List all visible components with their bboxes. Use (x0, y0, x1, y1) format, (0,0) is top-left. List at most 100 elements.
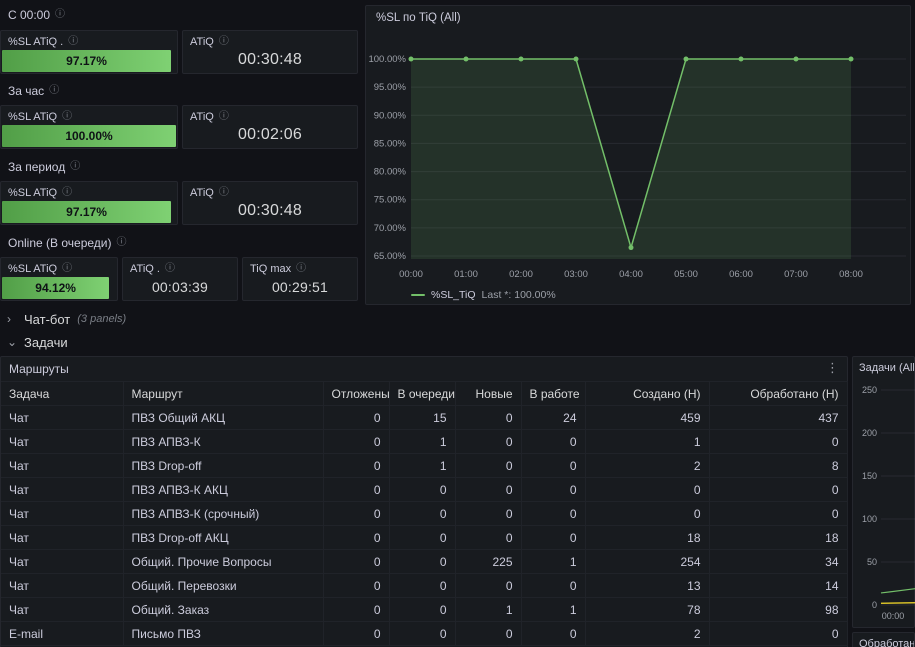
column-header[interactable]: Новые (455, 381, 522, 406)
gauge-value: 97.17% (66, 205, 107, 219)
routes-table-panel: Маршруты ⋮ Задача Маршрут Отложены В очеред… (0, 356, 848, 647)
svg-text:00:00: 00:00 (882, 611, 905, 621)
chart-legend: %SL_TiQ Last *: 100.00% (411, 289, 556, 301)
row-header-tasks[interactable]: ⌄ Задачи (0, 334, 915, 350)
stat-value: 00:02:06 (238, 126, 302, 143)
table-cell: 8 (709, 453, 848, 478)
info-icon[interactable]: ⓘ (296, 264, 306, 274)
table-cell: 24 (521, 405, 586, 430)
panel-title: Обработано (859, 638, 914, 647)
column-header[interactable]: Отложены (323, 381, 390, 406)
column-header[interactable]: Обработано (Н) (709, 381, 848, 406)
table-cell: 2 (585, 453, 710, 478)
table-cell: ПВЗ АПВЗ-К (123, 429, 324, 454)
svg-text:80.00%: 80.00% (374, 167, 407, 178)
section-label-text: За период (8, 160, 66, 174)
table-cell: Чат (1, 405, 124, 430)
svg-text:05:00: 05:00 (674, 269, 698, 280)
sl-tiq-chart-panel: 65.00% 70.00% 75.00% 80.00% 85.00% 90.00% 95.0… (365, 5, 911, 305)
info-icon[interactable]: ⓘ (62, 188, 72, 198)
svg-text:90.00%: 90.00% (374, 110, 407, 121)
row-title: Чат-бот (24, 311, 71, 327)
info-icon[interactable]: ⓘ (116, 238, 126, 248)
stat-panel-tiq-max-online: TiQ max ⓘ 00:29:51 (242, 257, 358, 301)
stat-value: 00:03:39 (151, 279, 209, 295)
stat-panel-atiq-hour: ATiQ ⓘ 00:02:06 (182, 105, 358, 149)
panel-title: %SL ATiQ . (8, 36, 64, 48)
table-cell: 0 (455, 429, 522, 454)
table-cell: 0 (521, 501, 586, 526)
table-row: E-mail Письмо ПВЗ 0 0 0 0 2 0 (1, 621, 848, 646)
tasks-all-chart-svg[interactable]: 0 50 100 150 200 250 00:00 (853, 357, 915, 629)
stat-panel-atiq-online: ATiQ . ⓘ 00:03:39 (122, 257, 238, 301)
table-cell: 1 (585, 429, 710, 454)
gauge-value: 97.17% (66, 54, 107, 68)
table-cell: 0 (455, 501, 522, 526)
stat-panel-sl-atiq-day: %SL ATiQ . ⓘ 97.17% (0, 30, 178, 74)
table-cell: 2 (585, 621, 710, 646)
panel-title: Маршруты (9, 362, 69, 376)
info-icon[interactable]: ⓘ (62, 264, 72, 274)
info-icon[interactable]: ⓘ (219, 112, 229, 122)
gauge-bar: 94.12% (2, 277, 116, 299)
row-header-chatbot[interactable]: › Чат-бот (3 panels) (0, 311, 915, 327)
section-label-text: Online (В очереди) (8, 236, 112, 250)
table-cell: 0 (455, 573, 522, 598)
panel-title: Задачи (All) (859, 362, 914, 374)
chart-title: %SL по TiQ (All) (376, 12, 461, 24)
svg-text:07:00: 07:00 (784, 269, 808, 280)
info-icon[interactable]: ⓘ (219, 37, 229, 47)
stat-panel-sl-atiq-online: %SL ATiQ ⓘ 94.12% (0, 257, 118, 301)
sl-tiq-chart-svg[interactable]: 65.00% 70.00% 75.00% 80.00% 85.00% 90.00% 95.0… (366, 6, 912, 306)
column-header[interactable]: В работе (521, 381, 586, 406)
svg-text:02:00: 02:00 (509, 269, 533, 280)
table-cell: 254 (585, 549, 710, 574)
svg-text:65.00%: 65.00% (374, 251, 407, 262)
table-cell: 1 (389, 429, 456, 454)
legend-series-name[interactable]: %SL_TiQ (431, 289, 476, 301)
table-cell: 0 (585, 501, 710, 526)
table-cell: 0 (521, 453, 586, 478)
table-cell: 0 (709, 501, 848, 526)
table-cell: 15 (389, 405, 456, 430)
stat-panel-atiq-period: ATiQ ⓘ 00:30:48 (182, 181, 358, 225)
table-cell: E-mail (1, 621, 124, 646)
table-cell: 0 (323, 573, 390, 598)
table-cell: 0 (389, 477, 456, 502)
routes-table-body: Чат ПВЗ Общий АКЦ 0 15 0 24 459 437 Чат ПВЗ АПВЗ-… (1, 405, 848, 646)
column-header[interactable]: Задача (1, 381, 124, 406)
column-header[interactable]: Маршрут (123, 381, 324, 406)
table-row: Чат Общий. Заказ 0 0 1 1 78 98 (1, 597, 848, 622)
info-icon[interactable]: ⓘ (55, 10, 65, 20)
info-icon[interactable]: ⓘ (165, 264, 175, 274)
table-cell: Чат (1, 453, 124, 478)
info-icon[interactable]: ⓘ (219, 188, 229, 198)
table-cell: 1 (455, 597, 522, 622)
table-cell: 0 (455, 453, 522, 478)
info-icon[interactable]: ⓘ (62, 112, 72, 122)
table-cell: 225 (455, 549, 522, 574)
panel-title: %SL ATiQ (8, 111, 58, 123)
table-cell: 1 (521, 597, 586, 622)
svg-text:100: 100 (862, 514, 877, 524)
series-color-swatch (411, 294, 425, 296)
stat-panel-atiq-day: ATiQ ⓘ 00:30:48 (182, 30, 358, 74)
column-header[interactable]: В очереди ↓ (389, 381, 456, 406)
table-cell: Чат (1, 429, 124, 454)
svg-text:200: 200 (862, 428, 877, 438)
info-icon[interactable]: ⓘ (49, 86, 59, 96)
gauge-bar: 100.00% (2, 125, 176, 147)
info-icon[interactable]: ⓘ (70, 162, 80, 172)
panel-menu-icon[interactable]: ⋮ (826, 360, 839, 376)
table-cell: 0 (521, 429, 586, 454)
section-label-period: За период ⓘ (8, 160, 80, 174)
table-cell: 0 (323, 621, 390, 646)
table-cell: 18 (585, 525, 710, 550)
column-header[interactable]: Создано (Н) (585, 381, 710, 406)
info-icon[interactable]: ⓘ (68, 37, 78, 47)
table-header-row: ЗадачаМаршрутОтложеныВ очереди ↓НовыеВ р… (1, 381, 848, 406)
section-label-hour: За час ⓘ (8, 84, 59, 98)
panel-title: %SL ATiQ (8, 263, 58, 275)
table-cell: 78 (585, 597, 710, 622)
table-cell: 0 (389, 597, 456, 622)
